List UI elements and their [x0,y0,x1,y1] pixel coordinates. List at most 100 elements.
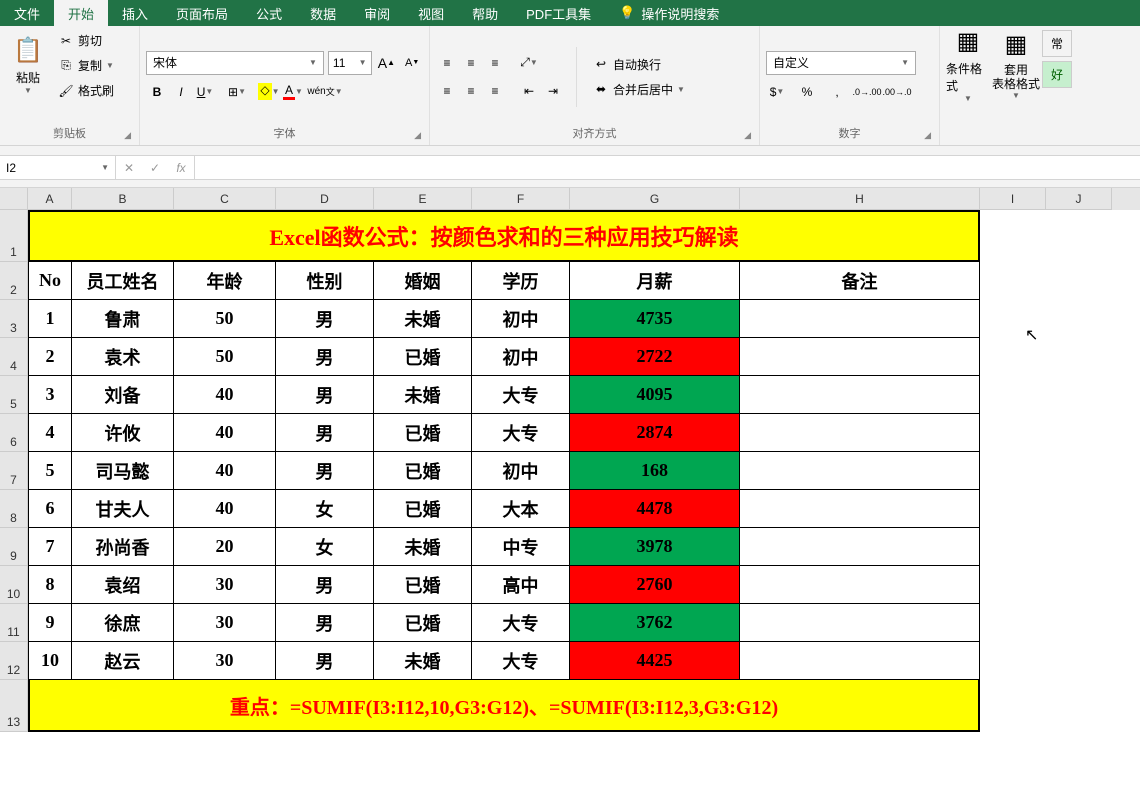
row-header-5[interactable]: 5 [0,376,28,414]
table-cell[interactable]: 男 [276,452,374,490]
wrap-text-button[interactable]: ↩自动换行 [589,54,689,75]
table-cell[interactable]: 4735 [570,300,740,338]
column-header-H[interactable]: H [740,188,980,210]
row-header-9[interactable]: 9 [0,528,28,566]
table-cell[interactable] [740,604,980,642]
italic-button[interactable]: I [170,81,192,103]
table-cell[interactable]: 未婚 [374,300,472,338]
table-cell[interactable]: 袁术 [72,338,174,376]
table-cell[interactable]: 6 [28,490,72,528]
table-header[interactable]: 备注 [740,262,980,300]
table-cell[interactable]: 大专 [472,604,570,642]
column-header-F[interactable]: F [472,188,570,210]
indent-increase-button[interactable]: ⇥ [542,80,564,102]
table-cell[interactable]: 20 [174,528,276,566]
align-left-button[interactable]: ≡ [436,80,458,102]
row-header-10[interactable]: 10 [0,566,28,604]
name-box[interactable]: I2▼ [0,156,116,179]
row-header-7[interactable]: 7 [0,452,28,490]
table-cell[interactable]: 未婚 [374,528,472,566]
merge-center-button[interactable]: ⬌合并后居中▼ [589,79,689,100]
table-cell[interactable]: 男 [276,642,374,680]
tab-formula[interactable]: 公式 [242,0,296,26]
format-as-table-button[interactable]: ▦ 套用 表格格式 ▼ [994,30,1038,100]
row-header-1[interactable]: 1 [0,210,28,262]
format-painter-button[interactable]: 🖌格式刷 [54,80,118,101]
dialog-launcher-icon[interactable]: ◢ [924,130,931,141]
font-size-select[interactable]: 11▼ [328,51,372,75]
table-cell[interactable]: 初中 [472,300,570,338]
row-header-3[interactable]: 3 [0,300,28,338]
table-cell[interactable]: 1 [28,300,72,338]
tab-review[interactable]: 审阅 [350,0,404,26]
increase-decimal-button[interactable]: .0→.00 [856,81,878,103]
tab-file[interactable]: 文件 [0,0,54,26]
grow-font-button[interactable]: A▲ [376,52,398,74]
fill-color-button[interactable]: ◇▼ [258,81,280,103]
accounting-format-button[interactable]: $▼ [766,81,788,103]
select-all-corner[interactable] [0,188,28,210]
tab-search[interactable]: 💡 操作说明搜索 [605,0,733,26]
table-cell[interactable] [740,566,980,604]
column-header-C[interactable]: C [174,188,276,210]
align-bottom-button[interactable]: ≡ [484,52,506,74]
row-header-2[interactable]: 2 [0,262,28,300]
table-cell[interactable]: 30 [174,642,276,680]
table-cell[interactable]: 5 [28,452,72,490]
paste-button[interactable]: 📋 粘贴 ▼ [6,30,50,100]
table-cell[interactable] [740,300,980,338]
table-cell[interactable]: 9 [28,604,72,642]
font-color-button[interactable]: A▼ [282,81,304,103]
table-cell[interactable]: 女 [276,490,374,528]
align-center-button[interactable]: ≡ [460,80,482,102]
tab-layout[interactable]: 页面布局 [162,0,242,26]
align-middle-button[interactable]: ≡ [460,52,482,74]
table-cell[interactable]: 3762 [570,604,740,642]
border-button[interactable]: ⊞▼ [226,81,248,103]
table-cell[interactable]: 男 [276,338,374,376]
table-cell[interactable]: 未婚 [374,376,472,414]
table-cell[interactable]: 40 [174,452,276,490]
tab-help[interactable]: 帮助 [458,0,512,26]
table-cell[interactable]: 10 [28,642,72,680]
table-cell[interactable]: 初中 [472,452,570,490]
table-cell[interactable]: 2 [28,338,72,376]
tab-data[interactable]: 数据 [296,0,350,26]
table-cell[interactable]: 甘夫人 [72,490,174,528]
copy-button[interactable]: ⎘复制▼ [54,55,118,76]
column-header-G[interactable]: G [570,188,740,210]
table-cell[interactable]: 8 [28,566,72,604]
table-cell[interactable]: 4478 [570,490,740,528]
table-cell[interactable]: 50 [174,300,276,338]
table-cell[interactable]: 鲁肃 [72,300,174,338]
table-header[interactable]: 月薪 [570,262,740,300]
table-cell[interactable]: 3 [28,376,72,414]
table-cell[interactable] [740,528,980,566]
table-cell[interactable]: 已婚 [374,490,472,528]
table-cell[interactable]: 2760 [570,566,740,604]
table-cell[interactable]: 男 [276,604,374,642]
row-header-6[interactable]: 6 [0,414,28,452]
table-cell[interactable]: 30 [174,604,276,642]
font-name-select[interactable]: 宋体▼ [146,51,324,75]
dialog-launcher-icon[interactable]: ◢ [124,130,131,141]
table-cell[interactable]: 大专 [472,642,570,680]
table-cell[interactable]: 30 [174,566,276,604]
table-cell[interactable] [740,414,980,452]
comma-button[interactable]: , [826,81,848,103]
cut-button[interactable]: ✂剪切 [54,30,118,51]
table-cell[interactable]: 40 [174,376,276,414]
table-header[interactable]: 性别 [276,262,374,300]
phonetic-button[interactable]: wén文▼ [314,81,336,103]
table-cell[interactable]: 许攸 [72,414,174,452]
table-cell[interactable]: 4095 [570,376,740,414]
table-cell[interactable]: 2722 [570,338,740,376]
table-cell[interactable]: 孙尚香 [72,528,174,566]
table-cell[interactable]: 男 [276,300,374,338]
table-cell[interactable]: 大专 [472,414,570,452]
fx-button[interactable]: fx [168,156,194,179]
table-header[interactable]: 婚姻 [374,262,472,300]
table-cell[interactable]: 刘备 [72,376,174,414]
decrease-decimal-button[interactable]: .00→.0 [886,81,908,103]
orientation-button[interactable]: ⤢▼ [518,52,540,74]
